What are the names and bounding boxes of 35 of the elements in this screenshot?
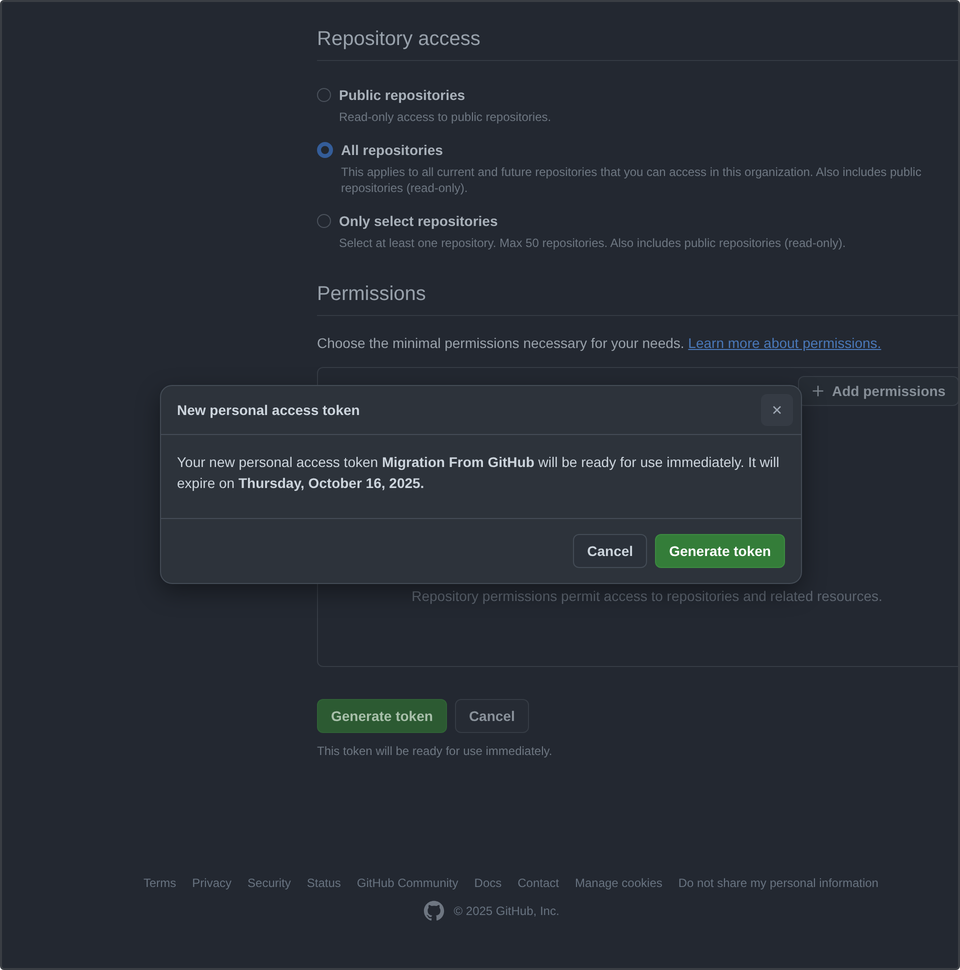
footer-link[interactable]: GitHub Community xyxy=(356,876,458,890)
footer-link[interactable]: Privacy xyxy=(192,876,232,890)
radio-button[interactable] xyxy=(317,88,331,102)
add-permissions-button[interactable]: Add permissions xyxy=(798,376,958,406)
copyright-text: © 2025 GitHub, Inc. xyxy=(454,904,560,918)
radio-button[interactable] xyxy=(317,214,331,228)
option-label: All repositories xyxy=(341,142,444,158)
footer-link[interactable]: Security xyxy=(248,876,291,890)
permissions-intro: Choose the minimal permissions necessary for your needs. Learn more about permissions. xyxy=(317,335,882,351)
section-heading: Repository access xyxy=(317,28,958,61)
dialog-title: New personal access token xyxy=(177,402,360,418)
plus-icon xyxy=(811,384,825,398)
token-note: This token will be ready for use immediately. xyxy=(317,744,554,758)
dialog-message: Your new personal access token Migration From GitHub will be ready for use immediately. It will expire on Thursday, October 16, 2025. xyxy=(177,453,780,493)
close-button[interactable] xyxy=(761,394,793,426)
option-label: Only select repositories xyxy=(339,213,499,229)
empty-state-text: Repository permissions permit access to repositories and related resources. xyxy=(412,588,882,604)
footer-link[interactable]: Terms xyxy=(144,876,176,890)
section-heading: Permissions xyxy=(317,283,958,316)
footer-link[interactable]: Manage cookies xyxy=(574,876,662,890)
cancel-button[interactable]: Cancel xyxy=(454,699,529,733)
option-label: Public repositories xyxy=(339,87,466,103)
option-description: Read-only access to public repositories. xyxy=(339,109,552,125)
cancel-button[interactable]: Cancel xyxy=(573,534,648,568)
learn-more-link[interactable]: Learn more about permissions. xyxy=(688,335,882,351)
footer-link[interactable]: Do not share my personal information xyxy=(678,876,878,890)
generate-button[interactable]: Generate token xyxy=(655,534,785,568)
option-description: This applies to all current and future repositories that you can access in this organization. Also includes public repositories (read-only). xyxy=(341,164,922,196)
radio-button[interactable] xyxy=(317,142,333,158)
footer-link[interactable]: Contact xyxy=(518,876,559,890)
option-description: Select at least one repository. Max 50 repositories. Also includes public repositories (read-only). xyxy=(339,235,846,251)
footer-link[interactable]: Status xyxy=(306,876,341,890)
generate-button[interactable]: Generate token xyxy=(317,699,447,733)
cat-logo-icon xyxy=(422,900,445,922)
footer-link[interactable]: Docs xyxy=(474,876,502,890)
